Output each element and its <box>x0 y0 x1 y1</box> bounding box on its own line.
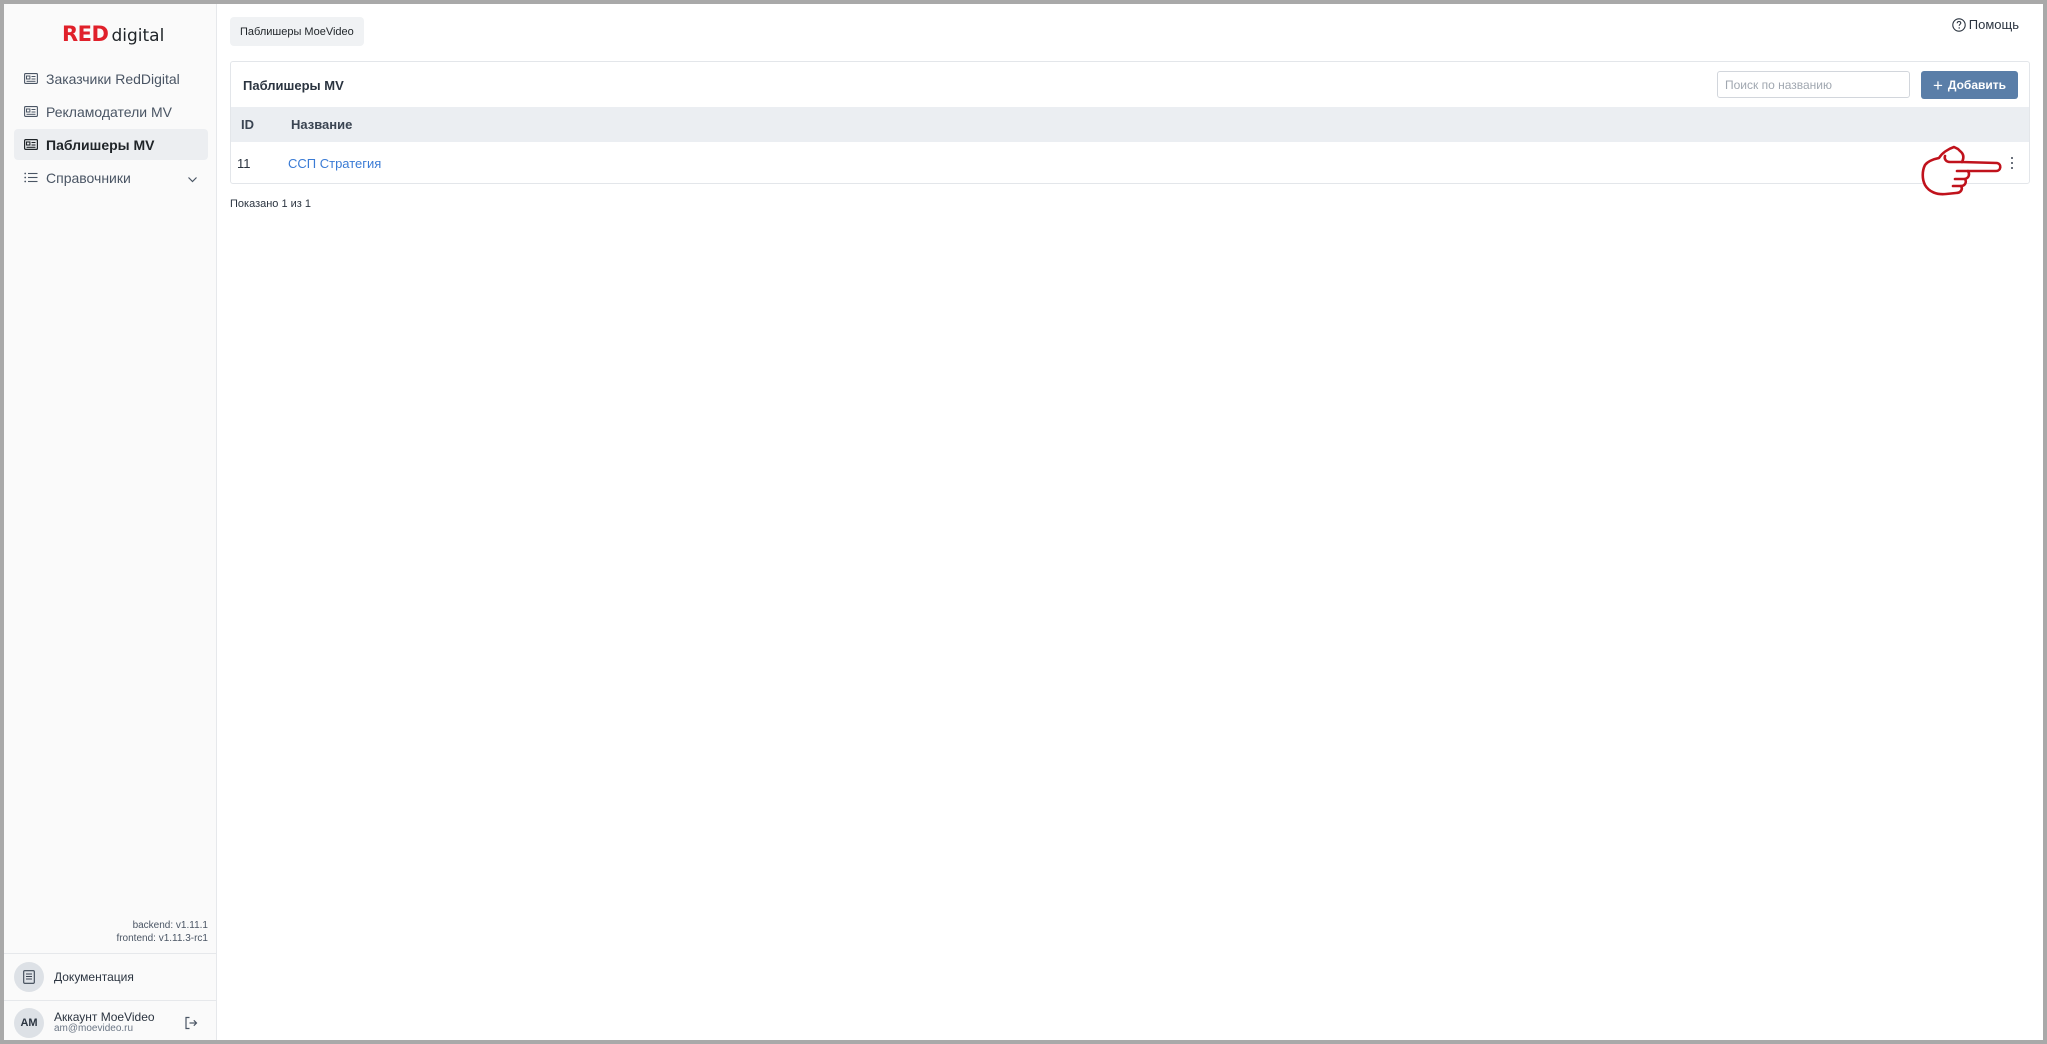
table-header: ID Название <box>231 107 2029 142</box>
id-card-icon <box>24 73 38 84</box>
row-actions-menu-icon[interactable] <box>2007 155 2017 171</box>
cell-id: 11 <box>237 156 251 171</box>
account-block: AM Аккаунт MoeVideo am@moevideo.ru <box>4 1001 216 1044</box>
frontend-version: frontend: v1.11.3-rc1 <box>116 933 208 944</box>
id-card-icon <box>24 139 38 150</box>
table-row: 11 ССП Стратегия <box>231 143 2029 183</box>
column-header-name[interactable]: Название <box>291 117 352 132</box>
logo-digital-text: digital <box>111 26 165 46</box>
add-button-label: Добавить <box>1947 78 2007 92</box>
sidebar-item-advertisers[interactable]: Рекламодатели MV <box>14 96 208 127</box>
sidebar-nav: Заказчики RedDigital Рекламодатели MV Па… <box>14 63 208 195</box>
account-info: Аккаунт MoeVideo am@moevideo.ru <box>54 1011 155 1035</box>
chevron-down-icon[interactable] <box>187 172 198 183</box>
sidebar-item-publishers[interactable]: Паблишеры MV <box>14 129 208 160</box>
account-name: Аккаунт MoeVideo <box>54 1009 155 1024</box>
publishers-card: Паблишеры MV + Добавить ID Название 11 С… <box>230 61 2030 184</box>
column-header-id[interactable]: ID <box>241 117 254 132</box>
help-link[interactable]: Помощь <box>1952 17 2019 32</box>
plus-icon: + <box>1932 75 1943 95</box>
pagination-summary: Показано 1 из 1 <box>230 198 312 210</box>
documentation-label: Документация <box>54 970 134 984</box>
account-email: am@moevideo.ru <box>54 1022 134 1034</box>
pointing-hand-icon <box>1921 145 2002 196</box>
sidebar-item-directories[interactable]: Справочники <box>14 162 208 193</box>
sidebar-item-customers[interactable]: Заказчики RedDigital <box>14 63 208 94</box>
sidebar-item-label: Справочники <box>46 169 131 186</box>
help-icon <box>1952 17 1966 32</box>
backend-version: backend: v1.11.1 <box>132 920 208 931</box>
help-label: Помощь <box>1968 17 2019 32</box>
search-input[interactable] <box>1717 71 1910 98</box>
breadcrumb[interactable]: Паблишеры MoeVideo <box>230 17 364 46</box>
sidebar-item-label: Паблишеры MV <box>46 136 155 153</box>
logo-red-text: RED <box>62 22 109 46</box>
card-title: Паблишеры MV <box>243 78 344 93</box>
publisher-name-link[interactable]: ССП Стратегия <box>288 156 381 171</box>
app-logo[interactable]: RED digital <box>62 22 164 48</box>
id-card-icon <box>24 106 38 117</box>
avatar[interactable]: AM <box>14 1007 44 1038</box>
add-button[interactable]: + Добавить <box>1921 71 2018 99</box>
logout-icon[interactable] <box>184 1016 198 1030</box>
documentation-link[interactable]: Документация <box>4 954 216 1000</box>
list-icon <box>24 172 38 183</box>
sidebar: RED digital Заказчики RedDigital Рекламо… <box>4 4 217 1040</box>
sidebar-item-label: Заказчики RedDigital <box>46 70 180 87</box>
document-icon <box>14 962 44 992</box>
sidebar-item-label: Рекламодатели MV <box>46 103 172 120</box>
version-info: backend: v1.11.1 frontend: v1.11.3-rc1 <box>116 919 208 945</box>
